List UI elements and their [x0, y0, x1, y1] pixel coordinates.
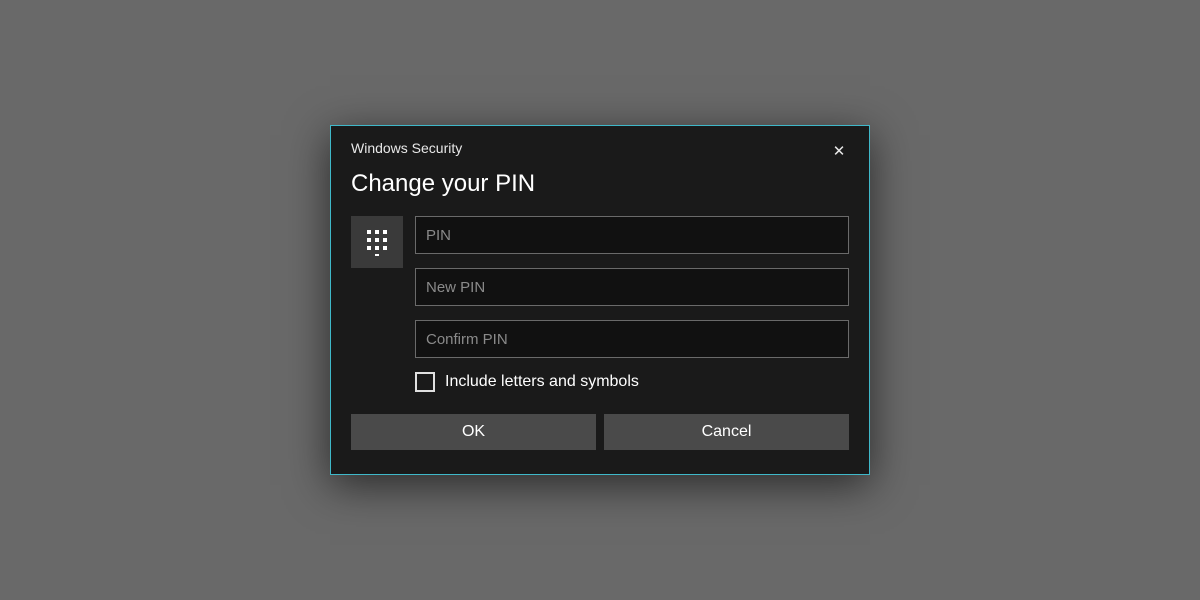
keypad-icon-box: [351, 216, 403, 268]
dialog-app-name: Windows Security: [351, 140, 462, 156]
include-letters-checkbox[interactable]: [415, 372, 435, 392]
close-icon: ✕: [833, 142, 846, 160]
new-pin-field[interactable]: [415, 268, 849, 306]
close-button[interactable]: ✕: [825, 140, 853, 162]
form-area: [331, 212, 869, 358]
cancel-button[interactable]: Cancel: [604, 414, 849, 450]
dialog-title: Change your PIN: [331, 162, 869, 212]
include-letters-row: Include letters and symbols: [331, 358, 869, 414]
current-pin-field[interactable]: [415, 216, 849, 254]
ok-button[interactable]: OK: [351, 414, 596, 450]
dialog-header: Windows Security ✕: [331, 126, 869, 162]
change-pin-dialog: Windows Security ✕ Change your PIN: [330, 125, 870, 475]
confirm-pin-field[interactable]: [415, 320, 849, 358]
button-row: OK Cancel: [331, 414, 869, 474]
fields-column: [415, 216, 849, 358]
keypad-icon: [363, 228, 391, 256]
include-letters-label: Include letters and symbols: [445, 373, 639, 391]
